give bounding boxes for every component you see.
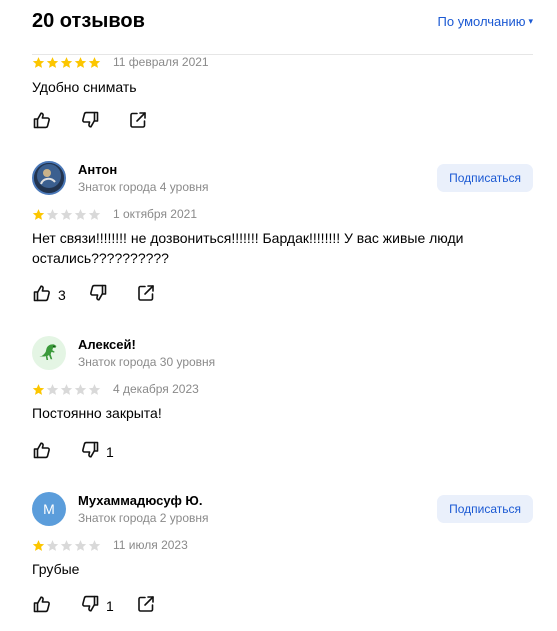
star-icon xyxy=(74,56,87,68)
reviews-header: 20 отзывов По умолчанию ▾ xyxy=(0,0,557,46)
review-date: 1 октября 2021 xyxy=(113,207,197,221)
star-icon xyxy=(74,208,87,220)
dislike-button[interactable] xyxy=(80,110,106,135)
avatar[interactable] xyxy=(32,161,66,195)
thumbs-down-icon xyxy=(88,283,108,308)
author-level: Знаток города 4 уровня xyxy=(78,180,209,194)
star-icon xyxy=(46,539,59,551)
review-item: Алексей! Знаток города 30 уровня 4 декаб… xyxy=(32,333,533,463)
dislike-button[interactable]: 1 xyxy=(80,594,114,619)
avatar[interactable] xyxy=(32,336,66,370)
share-icon xyxy=(136,283,156,308)
star-rating xyxy=(32,539,101,552)
thumbs-down-icon xyxy=(80,440,100,465)
star-icon xyxy=(32,539,45,551)
review-date: 11 июля 2023 xyxy=(113,538,188,552)
subscribe-button[interactable]: Подписаться xyxy=(437,164,533,192)
like-count: 3 xyxy=(58,287,66,303)
star-icon xyxy=(88,383,101,395)
thumbs-up-icon xyxy=(32,110,52,135)
review-date: 4 декабря 2023 xyxy=(113,382,199,396)
review-text: Постоянно закрыта! xyxy=(32,405,162,421)
star-icon xyxy=(88,208,101,220)
star-icon xyxy=(46,208,59,220)
thumbs-down-icon xyxy=(80,594,100,619)
thumbs-up-icon xyxy=(32,440,52,465)
thumbs-up-icon xyxy=(32,594,52,619)
star-rating xyxy=(32,383,101,396)
author-level: Знаток города 30 уровня xyxy=(78,355,216,369)
star-icon xyxy=(60,56,73,68)
like-button[interactable] xyxy=(32,594,58,619)
author-name[interactable]: Мухаммадюсуф Ю. xyxy=(78,492,437,510)
review-item: 11 февраля 2021 Удобно снимать xyxy=(32,46,533,133)
dislike-button[interactable]: 1 xyxy=(80,440,114,465)
share-button[interactable] xyxy=(136,594,156,619)
star-icon xyxy=(46,383,59,395)
dislike-count: 1 xyxy=(106,444,114,460)
star-icon xyxy=(32,208,45,220)
review-item: Антон Знаток города 4 уровня Подписаться… xyxy=(32,158,533,306)
review-item: М Мухаммадюсуф Ю. Знаток города 2 уровня… xyxy=(32,489,533,617)
sort-label: По умолчанию xyxy=(437,14,526,29)
dislike-count: 1 xyxy=(106,598,114,614)
star-icon xyxy=(46,56,59,68)
star-icon xyxy=(32,383,45,395)
star-icon xyxy=(88,539,101,551)
star-icon xyxy=(60,383,73,395)
star-icon xyxy=(88,56,101,68)
star-icon xyxy=(60,208,73,220)
chevron-down-icon: ▾ xyxy=(528,16,533,26)
subscribe-button[interactable]: Подписаться xyxy=(437,495,533,523)
review-date: 11 февраля 2021 xyxy=(113,55,209,69)
photo-avatar-icon xyxy=(34,163,64,193)
star-icon xyxy=(32,56,45,68)
review-text: Нет связи!!!!!!!! не дозвониться!!!!!!! … xyxy=(32,230,464,266)
star-icon xyxy=(60,539,73,551)
star-icon xyxy=(74,539,87,551)
dinosaur-icon xyxy=(35,337,63,370)
author-name[interactable]: Алексей! xyxy=(78,336,533,354)
avatar-letter: М xyxy=(43,501,55,517)
author-name[interactable]: Антон xyxy=(78,161,437,179)
dislike-button[interactable] xyxy=(88,283,114,308)
avatar[interactable]: М xyxy=(32,492,66,526)
author-level: Знаток города 2 уровня xyxy=(78,511,209,525)
like-button[interactable] xyxy=(32,110,58,135)
thumbs-up-icon xyxy=(32,283,52,308)
reviews-count-title: 20 отзывов xyxy=(32,10,145,32)
star-rating xyxy=(32,208,101,221)
review-text: Удобно снимать xyxy=(32,79,137,95)
share-button[interactable] xyxy=(128,110,148,135)
star-icon xyxy=(74,383,87,395)
sort-dropdown[interactable]: По умолчанию ▾ xyxy=(438,14,533,29)
thumbs-down-icon xyxy=(80,110,100,135)
share-icon xyxy=(136,594,156,619)
share-button[interactable] xyxy=(136,283,156,308)
star-rating xyxy=(32,56,101,69)
review-text: Грубые xyxy=(32,561,80,577)
like-button[interactable] xyxy=(32,440,58,465)
share-icon xyxy=(128,110,148,135)
like-button[interactable]: 3 xyxy=(32,283,66,308)
